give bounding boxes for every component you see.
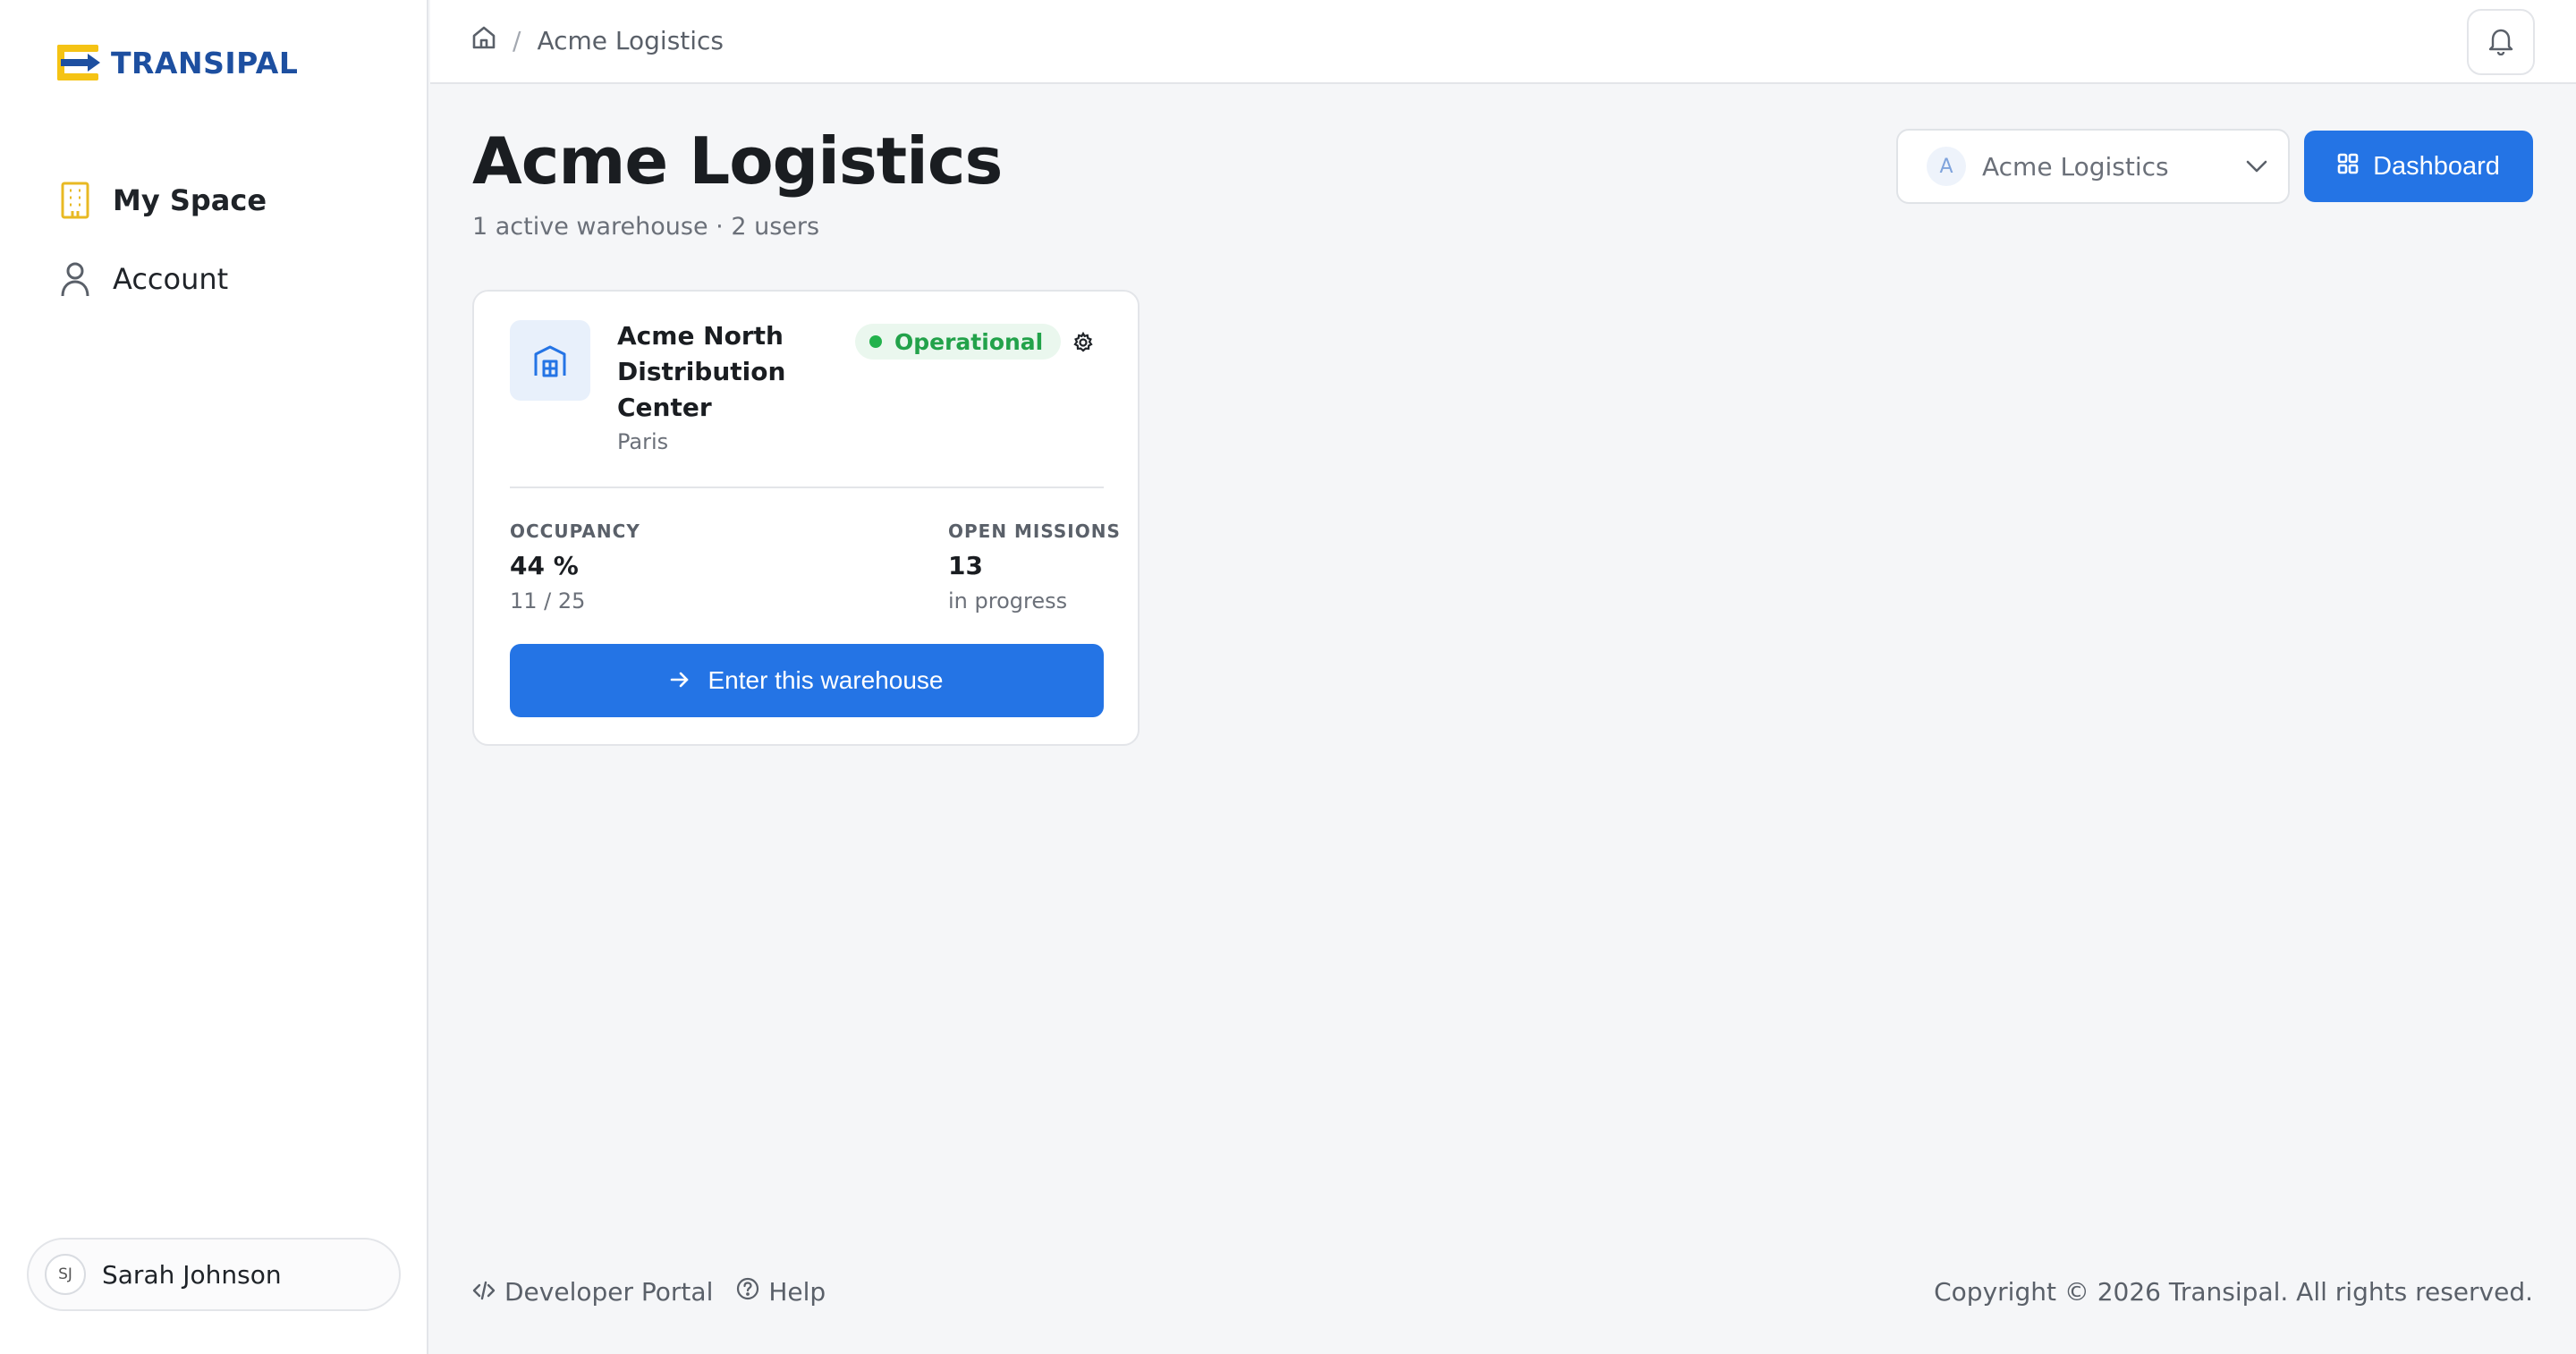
breadcrumb-current: Acme Logistics	[537, 26, 724, 55]
sidebar-nav: My Space Account	[55, 161, 395, 318]
help-label: Help	[768, 1277, 826, 1307]
sidebar: TRANSIPAL My Space Account SJ Sarah John…	[0, 0, 428, 1354]
grid-icon	[2337, 152, 2359, 182]
warehouse-card: Acme North Distribution Center Paris Ope…	[472, 290, 1140, 746]
enter-warehouse-label: Enter this warehouse	[708, 666, 944, 694]
warehouse-name: Acme North Distribution Center	[617, 321, 786, 422]
org-select-value: Acme Logistics	[1982, 151, 2169, 182]
status-label: Operational	[894, 328, 1044, 355]
footer-links: Developer Portal Help	[472, 1277, 826, 1307]
user-menu-button[interactable]: SJ Sarah Johnson	[27, 1238, 401, 1311]
occupancy-label: OCCUPANCY	[510, 520, 640, 542]
arrow-right-icon	[670, 666, 690, 695]
copyright-text: Copyright © 2026 Transipal. All rights r…	[1934, 1277, 2533, 1307]
sidebar-item-label: Account	[113, 262, 229, 296]
open-missions-value: 13	[948, 551, 983, 580]
help-link[interactable]: Help	[736, 1277, 826, 1307]
status-badge: Operational	[855, 324, 1062, 360]
card-divider	[510, 487, 1104, 488]
dashboard-button[interactable]: Dashboard	[2304, 131, 2533, 202]
help-icon	[736, 1277, 759, 1307]
warehouse-city: Paris	[617, 429, 669, 454]
developer-portal-label: Developer Portal	[504, 1277, 714, 1307]
sidebar-item-label: My Space	[113, 183, 267, 217]
transipal-logo[interactable]: TRANSIPAL	[55, 45, 298, 80]
occupancy-value: 44 %	[510, 551, 579, 580]
developer-portal-link[interactable]: Developer Portal	[472, 1277, 713, 1307]
breadcrumb-separator: /	[513, 26, 521, 55]
building-icon	[55, 181, 95, 220]
topbar: / Acme Logistics	[430, 0, 2576, 84]
dashboard-button-label: Dashboard	[2373, 151, 2500, 181]
notifications-button[interactable]	[2467, 9, 2535, 75]
chevron-down-icon	[2225, 159, 2288, 173]
occupancy-detail: 11 / 25	[510, 588, 586, 614]
breadcrumb: / Acme Logistics	[471, 25, 724, 56]
sidebar-item-account[interactable]: Account	[55, 240, 395, 318]
bell-icon	[2487, 27, 2514, 58]
open-missions-label: OPEN MISSIONS	[948, 520, 1121, 542]
organization-select[interactable]: A Acme Logistics	[1896, 129, 2290, 204]
user-icon	[55, 259, 95, 299]
warehouse-icon	[510, 320, 590, 401]
sidebar-item-my-space[interactable]: My Space	[55, 161, 395, 240]
logo-text: TRANSIPAL	[111, 45, 299, 80]
org-avatar: A	[1927, 147, 1966, 186]
page-subtitle: 1 active warehouse · 2 users	[472, 213, 820, 241]
logo-mark-icon	[55, 45, 100, 80]
user-name: Sarah Johnson	[102, 1259, 282, 1290]
enter-warehouse-button[interactable]: Enter this warehouse	[510, 644, 1104, 717]
gear-icon[interactable]	[1070, 329, 1097, 356]
page-title: Acme Logistics	[472, 123, 1003, 199]
code-icon	[472, 1277, 496, 1307]
open-missions-detail: in progress	[948, 588, 1068, 614]
avatar: SJ	[45, 1254, 86, 1295]
home-icon[interactable]	[471, 25, 496, 56]
status-dot	[869, 335, 882, 348]
